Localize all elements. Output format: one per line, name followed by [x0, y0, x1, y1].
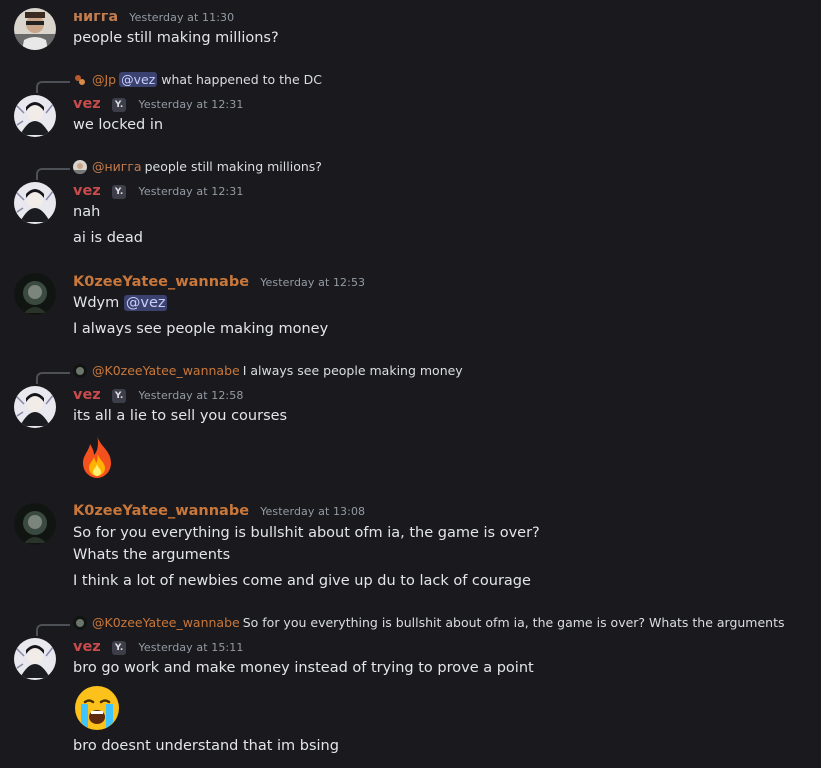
- reply-author[interactable]: @K0zeeYatee_wannabe: [92, 363, 240, 378]
- message-text: we locked in: [73, 117, 164, 133]
- reply-text: I always see people making money: [242, 363, 463, 378]
- reply-author[interactable]: @Jp: [92, 72, 116, 87]
- fire-emoji-icon[interactable]: [73, 432, 121, 480]
- username[interactable]: нигга: [73, 9, 118, 25]
- avatar[interactable]: [14, 386, 56, 428]
- message-header: K0zeeYatee_wannabe Yesterday at 13:08: [73, 503, 365, 519]
- reply-avatar: [73, 615, 87, 630]
- message-text: Wdym @vez: [73, 295, 168, 311]
- username[interactable]: K0zeeYatee_wannabe: [73, 274, 249, 290]
- reply-preview[interactable]: @нигга people still making millions?: [73, 159, 322, 174]
- message-text: I think a lot of newbies come and give u…: [73, 573, 531, 589]
- reply-connector: [36, 372, 70, 384]
- message-text: nah: [73, 204, 101, 220]
- message-text: ai is dead: [73, 230, 143, 246]
- message-header: vez Y. Yesterday at 12:31: [73, 183, 243, 199]
- reply-preview[interactable]: @Jp @vez what happened to the DC: [73, 72, 322, 87]
- username[interactable]: vez: [73, 96, 101, 112]
- message-text-prefix: Wdym: [73, 295, 120, 311]
- reply-text: what happened to the DC: [161, 72, 322, 87]
- timestamp[interactable]: Yesterday at 12:58: [138, 389, 243, 402]
- reply-connector: [36, 168, 70, 180]
- avatar[interactable]: [14, 638, 56, 680]
- username[interactable]: vez: [73, 387, 101, 403]
- reply-author[interactable]: @K0zeeYatee_wannabe: [92, 615, 240, 630]
- message-text: So for you everything is bullshit about …: [73, 525, 540, 541]
- avatar[interactable]: [14, 273, 56, 315]
- server-tag[interactable]: Y.: [111, 389, 127, 403]
- server-tag[interactable]: Y.: [111, 98, 127, 112]
- reply-author[interactable]: @нигга: [92, 159, 142, 174]
- reply-text: people still making millions?: [144, 159, 322, 174]
- message-header: vez Y. Yesterday at 15:11: [73, 639, 243, 655]
- message-text: I always see people making money: [73, 321, 329, 337]
- reply-text: So for you everything is bullshit about …: [242, 615, 785, 630]
- server-tag[interactable]: Y.: [111, 641, 127, 655]
- timestamp[interactable]: Yesterday at 12:31: [138, 185, 243, 198]
- message-header: нигга Yesterday at 11:30: [73, 9, 234, 25]
- timestamp[interactable]: Yesterday at 11:30: [129, 11, 234, 24]
- timestamp[interactable]: Yesterday at 12:53: [260, 276, 365, 289]
- message-header: vez Y. Yesterday at 12:58: [73, 387, 243, 403]
- timestamp[interactable]: Yesterday at 15:11: [138, 641, 243, 654]
- avatar[interactable]: [14, 8, 56, 50]
- username[interactable]: K0zeeYatee_wannabe: [73, 503, 249, 519]
- reply-connector: [36, 81, 70, 93]
- avatar[interactable]: [14, 503, 56, 545]
- message-text: Whats the arguments: [73, 547, 231, 563]
- reply-avatar: [73, 363, 87, 378]
- chat-message-list: нигга Yesterday at 11:30 people still ma…: [0, 0, 821, 768]
- message-text: people still making millions?: [73, 30, 279, 46]
- message-header: K0zeeYatee_wannabe Yesterday at 12:53: [73, 274, 365, 290]
- mention[interactable]: @vez: [123, 295, 168, 311]
- message-text: bro go work and make money instead of tr…: [73, 660, 534, 676]
- reply-preview[interactable]: @K0zeeYatee_wannabe So for you everythin…: [73, 615, 785, 630]
- reply-avatar: [73, 72, 87, 87]
- message-text: bro doesnt understand that im bsing: [73, 738, 339, 754]
- server-tag[interactable]: Y.: [111, 185, 127, 199]
- avatar[interactable]: [14, 95, 56, 137]
- loudly-crying-emoji-icon[interactable]: [73, 684, 121, 732]
- reply-avatar: [73, 159, 87, 174]
- avatar[interactable]: [14, 182, 56, 224]
- message-header: vez Y. Yesterday at 12:31: [73, 96, 243, 112]
- timestamp[interactable]: Yesterday at 13:08: [260, 505, 365, 518]
- timestamp[interactable]: Yesterday at 12:31: [138, 98, 243, 111]
- reply-connector: [36, 624, 70, 636]
- username[interactable]: vez: [73, 639, 101, 655]
- reply-preview[interactable]: @K0zeeYatee_wannabe I always see people …: [73, 363, 463, 378]
- mention[interactable]: @vez: [119, 72, 158, 87]
- message-text: its all a lie to sell you courses: [73, 408, 288, 424]
- username[interactable]: vez: [73, 183, 101, 199]
